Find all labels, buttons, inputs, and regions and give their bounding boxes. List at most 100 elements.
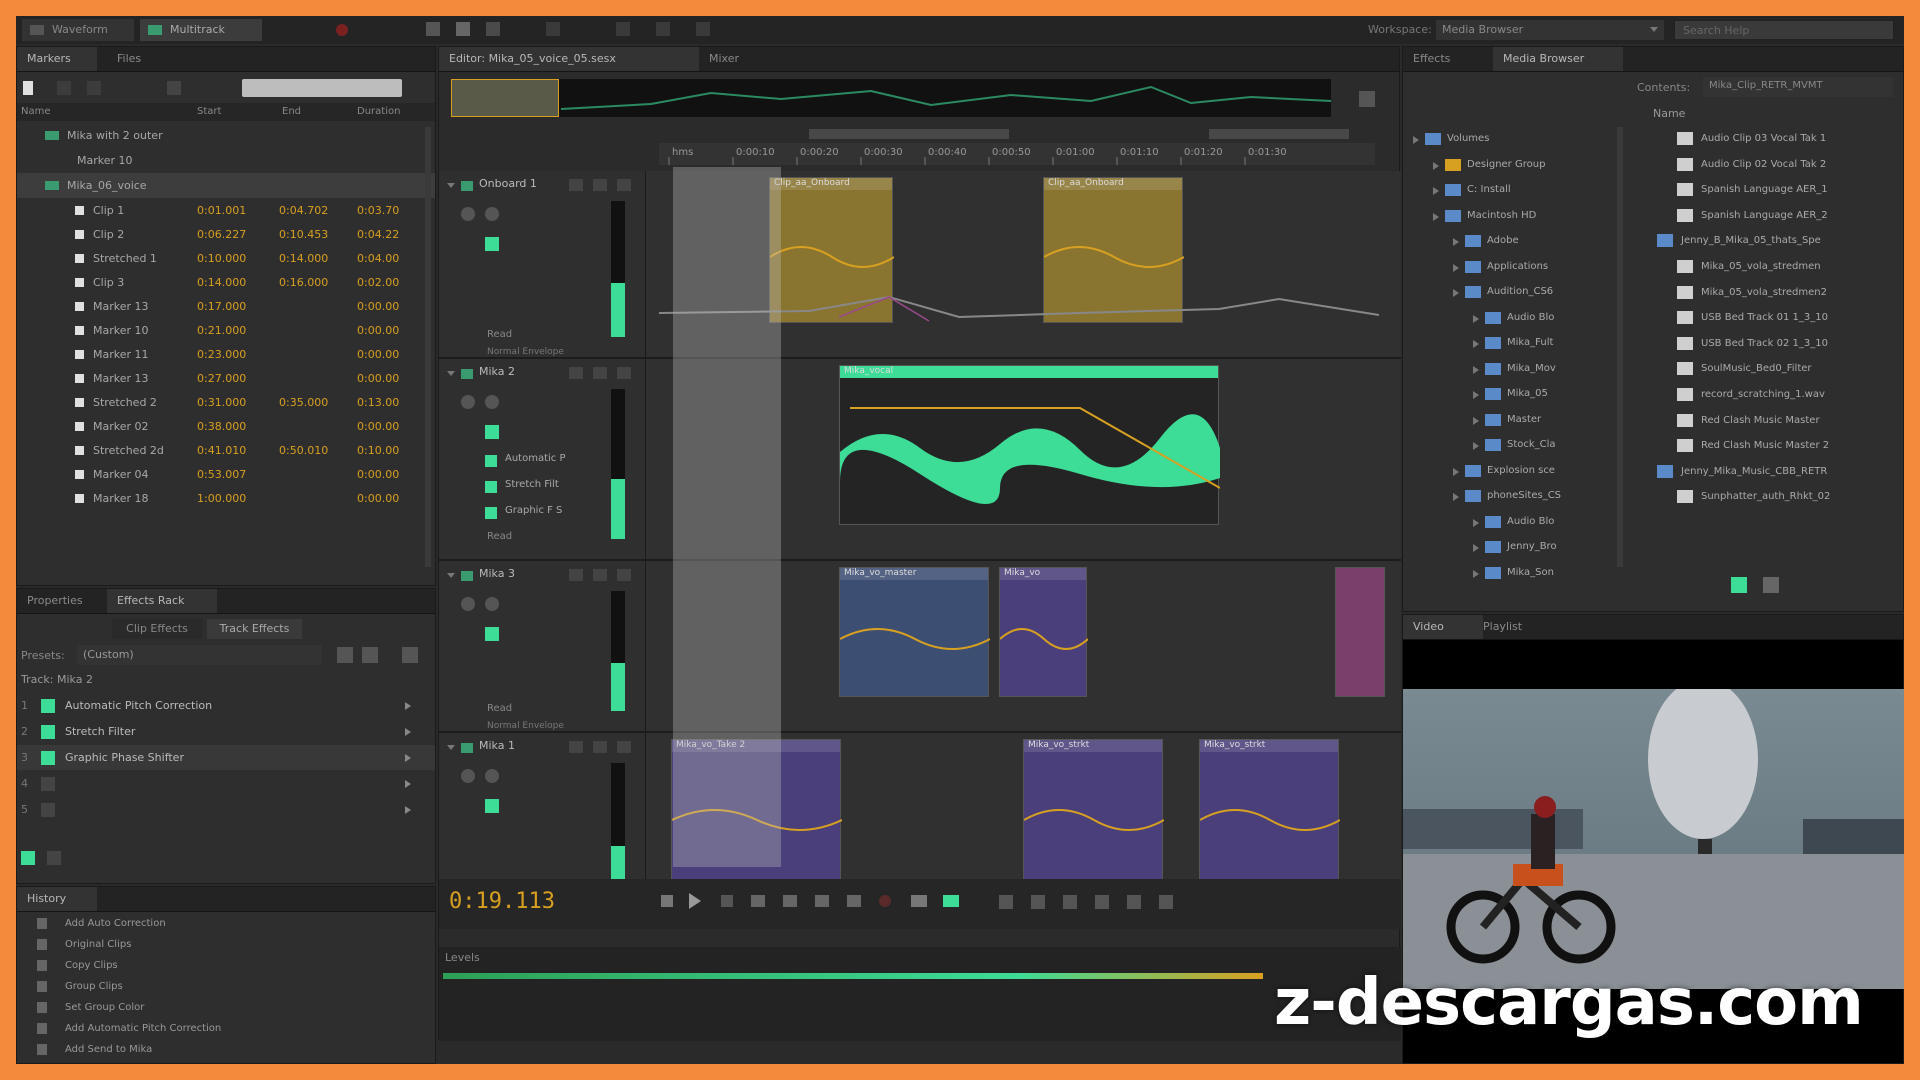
- tree-item[interactable]: Master: [1403, 408, 1617, 432]
- input-icon[interactable]: [485, 425, 499, 439]
- tree-item[interactable]: Audio Blo: [1403, 510, 1617, 534]
- media-file[interactable]: USB Bed Track 02 1_3_10: [1633, 332, 1901, 356]
- tree-item[interactable]: Applications: [1403, 255, 1617, 279]
- tree-item[interactable]: Mika_Mov: [1403, 357, 1617, 381]
- input-icon[interactable]: [485, 237, 499, 251]
- media-file[interactable]: Spanish Language AER_1: [1633, 178, 1901, 202]
- effect-slot[interactable]: 4: [17, 771, 435, 796]
- fx-power-icon[interactable]: [485, 507, 497, 519]
- audio-clip[interactable]: [1335, 567, 1385, 697]
- history-item[interactable]: Add Auto Correction: [17, 913, 435, 934]
- pan-knob-icon[interactable]: [485, 597, 499, 611]
- volume-knob-icon[interactable]: [461, 207, 475, 221]
- arm-record-icon[interactable]: [617, 179, 631, 191]
- presets-dropdown[interactable]: (Custom): [77, 645, 322, 665]
- media-file[interactable]: Jenny_Mika_Music_CBB_RETR: [1633, 460, 1901, 484]
- back-icon[interactable]: [783, 895, 797, 907]
- media-file[interactable]: Red Clash Music Master: [1633, 409, 1901, 433]
- record-icon[interactable]: [336, 24, 348, 36]
- power-icon[interactable]: [41, 725, 55, 739]
- mute-icon[interactable]: [569, 367, 583, 379]
- expand-arrow-icon[interactable]: [1473, 544, 1479, 552]
- tree-item[interactable]: C: Install: [1403, 178, 1617, 202]
- media-file[interactable]: SoulMusic_Bed0_Filter: [1633, 357, 1901, 381]
- tab-history[interactable]: History: [17, 887, 97, 911]
- solo-icon[interactable]: [593, 179, 607, 191]
- volume-knob-icon[interactable]: [461, 597, 475, 611]
- expand-arrow-icon[interactable]: [1473, 518, 1479, 527]
- audio-clip[interactable]: Mika_vo_strkt: [1023, 739, 1164, 887]
- razor-tool-icon[interactable]: [456, 22, 470, 36]
- tree-item[interactable]: Audition_CS6: [1403, 280, 1617, 304]
- stop-icon[interactable]: [661, 895, 673, 907]
- media-file[interactable]: Mika_05_vola_stredmen2: [1633, 281, 1901, 305]
- expand-arrow-icon[interactable]: [1473, 442, 1479, 450]
- tree-item[interactable]: Adobe: [1403, 229, 1617, 253]
- tab-effects-rack[interactable]: Effects Rack: [107, 589, 217, 613]
- tree-item[interactable]: Volumes: [1403, 127, 1617, 151]
- filter-icon[interactable]: [167, 81, 181, 95]
- clip-effects-tab[interactable]: Clip Effects: [112, 619, 202, 639]
- audio-clip[interactable]: Mika_vo: [999, 567, 1088, 697]
- expand-arrow-icon[interactable]: [1473, 391, 1479, 399]
- tree-item[interactable]: Explosion sce: [1403, 459, 1617, 483]
- track-effects-tab[interactable]: Track Effects: [207, 619, 302, 639]
- brush-icon[interactable]: [656, 22, 670, 36]
- arm-record-icon[interactable]: [617, 569, 631, 581]
- tree-scrollbar[interactable]: [1617, 127, 1623, 567]
- track-name[interactable]: Mika 1: [479, 739, 515, 752]
- delete-preset-icon[interactable]: [362, 647, 378, 663]
- mute-icon[interactable]: [569, 179, 583, 191]
- pan-knob-icon[interactable]: [485, 207, 499, 221]
- collapse-icon[interactable]: [447, 183, 455, 188]
- slot-arrow-icon[interactable]: [405, 806, 411, 814]
- arm-record-icon[interactable]: [617, 367, 631, 379]
- effect-slot[interactable]: 5: [17, 797, 435, 822]
- play-icon[interactable]: [689, 893, 701, 909]
- input-icon[interactable]: [485, 799, 499, 813]
- waveform-tab[interactable]: Waveform: [22, 19, 134, 41]
- tab-playlist[interactable]: Playlist: [1473, 615, 1563, 639]
- slot-arrow-icon[interactable]: [405, 728, 411, 736]
- slot-arrow-icon[interactable]: [405, 780, 411, 788]
- effect-slot[interactable]: 3 Graphic Phase Shifter: [17, 745, 435, 770]
- marker-row[interactable]: Clip 2 0:06.227 0:10.453 0:04.22: [17, 222, 435, 247]
- pan-knob-icon[interactable]: [485, 769, 499, 783]
- marker-row[interactable]: Marker 10 0:21.000 0:00.00: [17, 318, 435, 343]
- fx-power-icon[interactable]: [485, 481, 497, 493]
- power-icon[interactable]: [41, 777, 55, 791]
- pause-icon[interactable]: [721, 895, 733, 907]
- tab-video[interactable]: Video: [1403, 615, 1483, 639]
- expand-arrow-icon[interactable]: [1473, 314, 1479, 323]
- history-item[interactable]: Add Automatic Pitch Correction: [17, 1018, 435, 1039]
- time-selection[interactable]: [673, 167, 781, 867]
- fx-power-icon[interactable]: [485, 455, 497, 467]
- audio-clip[interactable]: Mika_vo_master: [839, 567, 990, 697]
- tree-item[interactable]: Designer Group: [1403, 153, 1617, 177]
- record-button-icon[interactable]: [879, 895, 891, 907]
- marker-row[interactable]: Marker 04 0:53.007 0:00.00: [17, 462, 435, 487]
- zoom-in-time-icon[interactable]: [1063, 895, 1077, 909]
- collapse-icon[interactable]: [447, 745, 455, 750]
- tree-item[interactable]: Stock_Cla: [1403, 433, 1617, 457]
- expand-arrow-icon[interactable]: [1473, 340, 1479, 348]
- track-name[interactable]: Mika 2: [479, 365, 515, 378]
- tab-editor[interactable]: Editor: Mika_05_voice_05.sesx: [439, 47, 699, 71]
- expand-arrow-icon[interactable]: [1453, 289, 1459, 297]
- audio-clip[interactable]: Mika_vocal: [839, 365, 1220, 525]
- volume-knob-icon[interactable]: [461, 769, 475, 783]
- history-item[interactable]: Original Clips: [17, 934, 435, 955]
- automation-mode[interactable]: Read: [487, 329, 512, 340]
- tree-item[interactable]: phoneSites_CS: [1403, 484, 1617, 508]
- collapse-icon[interactable]: [447, 573, 455, 578]
- session-overview[interactable]: [451, 79, 1331, 117]
- volume-knob-icon[interactable]: [461, 395, 475, 409]
- expand-arrow-icon[interactable]: [1453, 493, 1459, 501]
- track-envelope-label[interactable]: Normal Envelope: [487, 721, 564, 731]
- expand-arrow-icon[interactable]: [1473, 569, 1479, 578]
- automation-mode[interactable]: Read: [487, 703, 512, 714]
- tab-files[interactable]: Files: [107, 47, 167, 71]
- expand-arrow-icon[interactable]: [1413, 136, 1419, 144]
- tab-mixer[interactable]: Mixer: [699, 47, 769, 71]
- markers-scrollbar[interactable]: [425, 127, 431, 567]
